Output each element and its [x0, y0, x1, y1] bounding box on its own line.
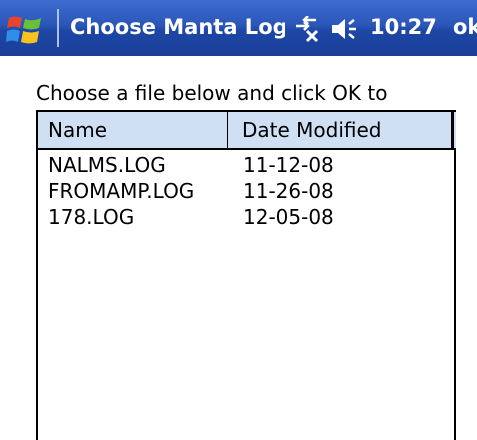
windows-start-flag-icon[interactable] — [6, 12, 44, 46]
column-header-date-modified[interactable]: Date Modified — [228, 112, 454, 148]
connectivity-off-icon[interactable] — [292, 15, 322, 44]
title-bar: Choose Manta Log File 10:27 ok — [0, 0, 477, 56]
file-date: 11-26-08 — [243, 179, 334, 203]
list-item[interactable]: 178.LOG 12-05-08 — [38, 204, 456, 230]
file-name: NALMS.LOG — [48, 153, 166, 177]
title-separator — [57, 9, 59, 47]
file-name: FROMAMP.LOG — [48, 179, 195, 203]
list-rows: NALMS.LOG 11-12-08 FROMAMP.LOG 11-26-08 … — [38, 152, 456, 230]
volume-icon[interactable] — [330, 16, 360, 42]
file-date: 11-12-08 — [243, 153, 334, 177]
header-divider — [38, 148, 456, 150]
list-header: Name Date Modified — [38, 112, 456, 150]
clock[interactable]: 10:27 — [370, 13, 437, 41]
window-title: Choose Manta Log File — [70, 15, 285, 39]
list-item[interactable]: FROMAMP.LOG 11-26-08 — [38, 178, 456, 204]
instructions-text: Choose a file below and click OK to — [36, 81, 388, 105]
file-name: 178.LOG — [48, 205, 135, 229]
column-header-name[interactable]: Name — [38, 112, 228, 148]
list-item[interactable]: NALMS.LOG 11-12-08 — [38, 152, 456, 178]
file-date: 12-05-08 — [243, 205, 334, 229]
ok-button[interactable]: ok — [453, 13, 477, 41]
file-list[interactable]: Name Date Modified NALMS.LOG 11-12-08 FR… — [36, 110, 456, 440]
